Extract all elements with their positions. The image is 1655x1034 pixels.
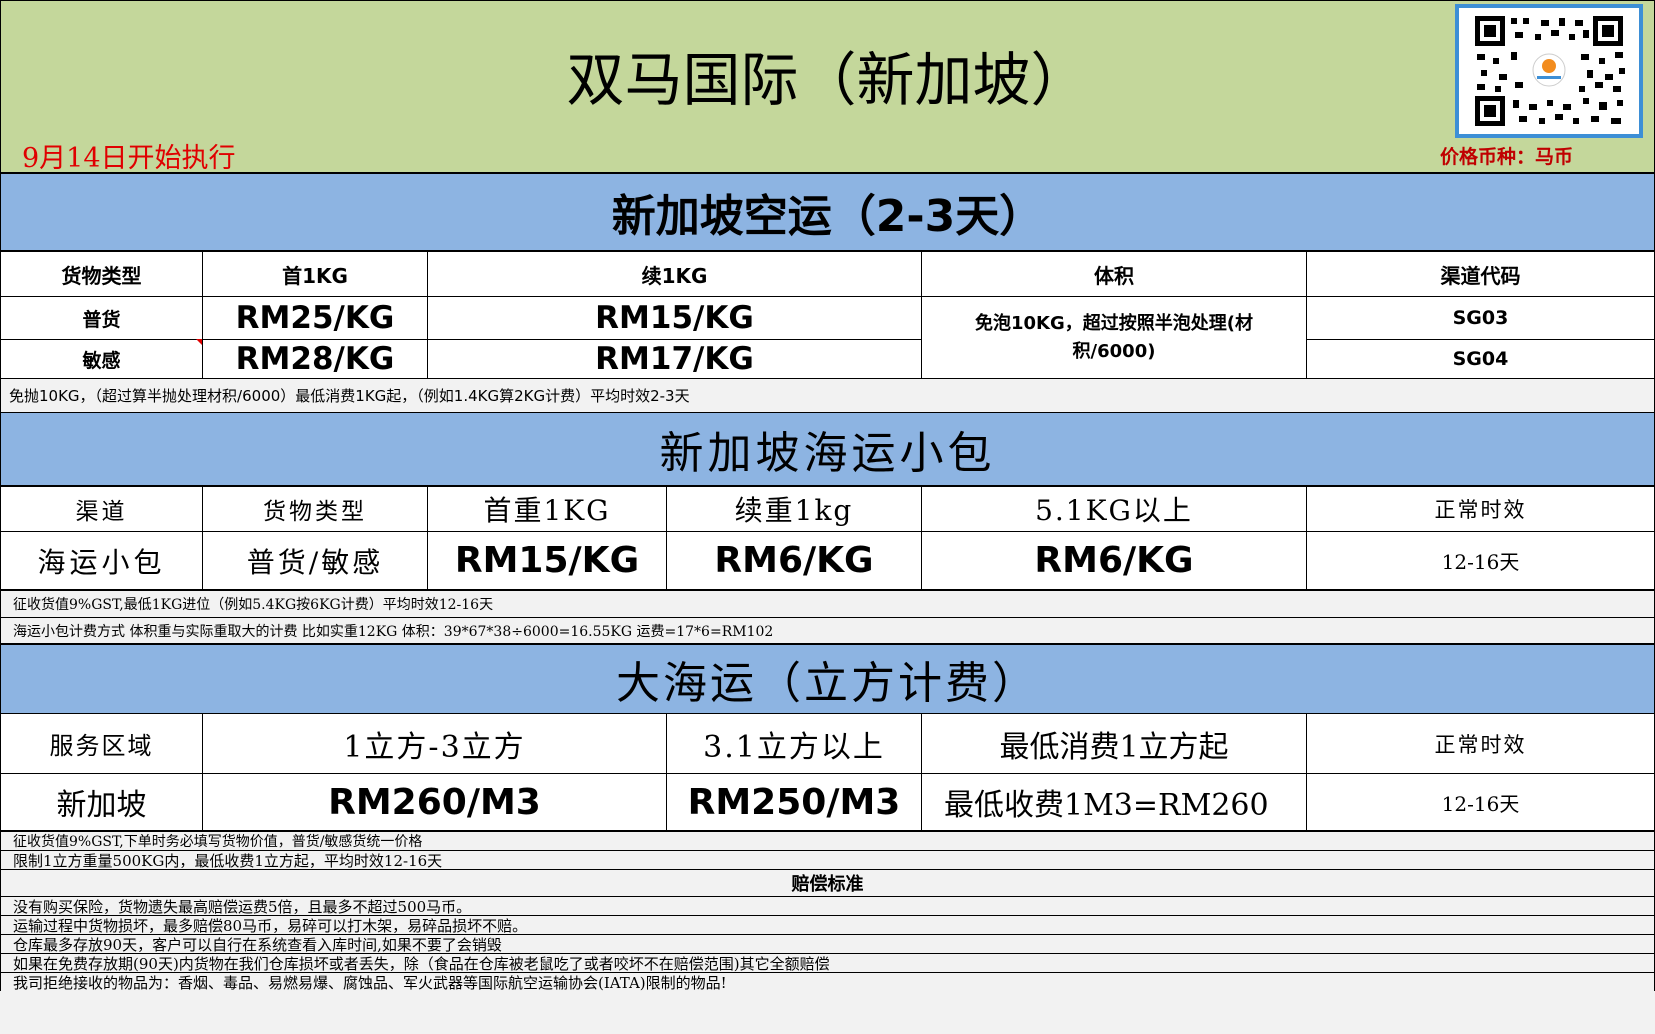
sea-small-over-price: RM6/KG bbox=[921, 531, 1307, 590]
sea-big-price-1: RM260/M3 bbox=[202, 773, 667, 831]
sea-big-note-1: 征收货值9%GST,下单时务必填写货物价值，普货/敏感货统一价格 bbox=[0, 831, 1655, 851]
sea-big-price-2: RM250/M3 bbox=[666, 773, 922, 831]
air-header-first: 首1KG bbox=[202, 251, 428, 297]
footer-blank bbox=[0, 991, 1655, 1034]
sea-small-type: 普货/敏感 bbox=[202, 531, 428, 590]
sea-small-next-price: RM6/KG bbox=[666, 531, 922, 590]
sea-big-min: 最低收费1M3=RM260 bbox=[921, 773, 1307, 831]
sea-big-section-title: 大海运（立方计费） bbox=[0, 644, 1655, 714]
air-row-code: SG03 bbox=[1306, 296, 1655, 340]
sea-small-time: 12-16天 bbox=[1306, 531, 1655, 590]
compensation-line: 运输过程中货物损坏，最多赔偿80马币，易碎可以打木架，易碎品损坏不赔。 bbox=[0, 915, 1655, 935]
sea-small-header-type: 货物类型 bbox=[202, 486, 428, 532]
sea-small-header-channel: 渠道 bbox=[0, 486, 203, 532]
air-section-title: 新加坡空运（2-3天） bbox=[0, 173, 1655, 251]
air-row-first-price: RM25/KG bbox=[202, 296, 428, 340]
sea-small-channel: 海运小包 bbox=[0, 531, 203, 590]
air-row-next-price: RM15/KG bbox=[427, 296, 922, 340]
air-header-next: 续1KG bbox=[427, 251, 922, 297]
sea-small-header-time: 正常时效 bbox=[1306, 486, 1655, 532]
compensation-line: 如果在免费存放期(90天)内货物在我们仓库损坏或者丢失，除（食品在仓库被老鼠吃了… bbox=[0, 953, 1655, 973]
air-volume-note: 免泡10KG，超过按照半泡处理(材积/6000) bbox=[921, 296, 1307, 379]
sea-small-header-first: 首重1KG bbox=[427, 486, 667, 532]
sea-big-header-min: 最低消费1立方起 bbox=[921, 713, 1307, 774]
compensation-line: 我司拒绝接收的物品为：香烟、毒品、易燃易爆、腐蚀品、军火武器等国际航空运输协会(… bbox=[0, 972, 1655, 992]
sea-small-section-title: 新加坡海运小包 bbox=[0, 412, 1655, 486]
compensation-title: 赔偿标准 bbox=[0, 869, 1655, 897]
page-title: 双马国际（新加坡） bbox=[300, 30, 1355, 120]
sea-small-note-2: 海运小包计费方式 体积重与实际重取大的计费 比如实重12KG 体积：39*67*… bbox=[0, 617, 1655, 644]
air-row-next-price: RM17/KG bbox=[427, 339, 922, 379]
compensation-line: 没有购买保险，货物遗失最高赔偿运费5倍，且最多不超过500马币。 bbox=[0, 896, 1655, 916]
air-row-type: 敏感 bbox=[0, 339, 203, 379]
sea-small-header-over: 5.1KG以上 bbox=[921, 486, 1307, 532]
qr-code-icon bbox=[1459, 8, 1639, 134]
start-date: 9月14日开始执行 bbox=[22, 136, 422, 172]
sea-big-header-range2: 3.1立方以上 bbox=[666, 713, 922, 774]
air-row-code: SG04 bbox=[1306, 339, 1655, 379]
air-header-type: 货物类型 bbox=[0, 251, 203, 297]
sea-big-header-region: 服务区域 bbox=[0, 713, 203, 774]
sea-small-note-1: 征收货值9%GST,最低1KG进位（例如5.4KG按6KG计费）平均时效12-1… bbox=[0, 590, 1655, 618]
air-header-code: 渠道代码 bbox=[1306, 251, 1655, 297]
air-header-volume: 体积 bbox=[921, 251, 1307, 297]
air-note: 免抛10KG，（超过算半抛处理材积/6000）最低消费1KG起，（例如1.4KG… bbox=[0, 379, 1655, 412]
currency-note: 价格币种：马币 bbox=[1440, 142, 1650, 170]
qr-code bbox=[1455, 4, 1643, 138]
sea-small-first-price: RM15/KG bbox=[427, 531, 667, 590]
sea-big-note-2: 限制1立方重量500KG内，最低收费1立方起，平均时效12-16天 bbox=[0, 850, 1655, 870]
sea-big-region: 新加坡 bbox=[0, 773, 203, 831]
air-row-type: 普货 bbox=[0, 296, 203, 340]
sea-big-time: 12-16天 bbox=[1306, 773, 1655, 831]
sea-small-header-next: 续重1kg bbox=[666, 486, 922, 532]
sea-big-header-time: 正常时效 bbox=[1306, 713, 1655, 774]
air-row-first-price: RM28/KG bbox=[202, 339, 428, 379]
sea-big-header-range1: 1立方-3立方 bbox=[202, 713, 667, 774]
compensation-line: 仓库最多存放90天，客户可以自行在系统查看入库时间,如果不要了会销毁 bbox=[0, 934, 1655, 954]
